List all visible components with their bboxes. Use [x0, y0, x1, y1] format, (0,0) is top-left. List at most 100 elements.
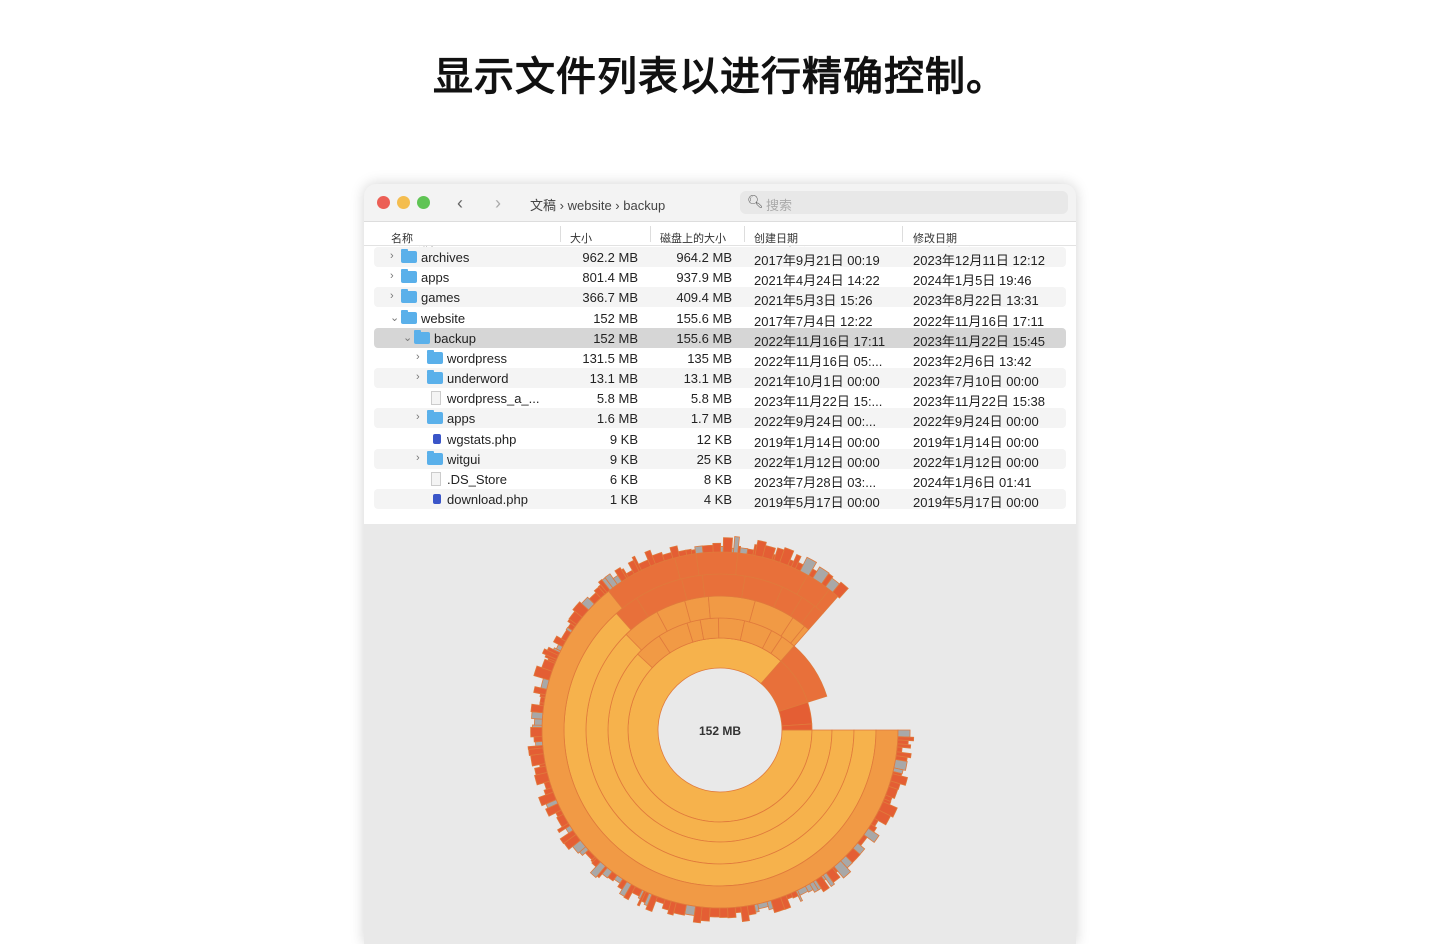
close-button[interactable]: [377, 196, 390, 209]
forward-button[interactable]: ›: [495, 193, 501, 214]
row-disk-size: 12 KB: [696, 431, 732, 447]
sunburst-fringe[interactable]: [719, 907, 729, 918]
chart-center-label: 152 MB: [699, 724, 741, 738]
table-row[interactable]: › apps 801.4 MB 937.9 MB 2021年4月24日 14:22 202…: [374, 267, 1066, 288]
row-name: wordpress: [447, 350, 507, 366]
row-size: 5.8 MB: [596, 391, 638, 407]
table-row[interactable]: › witgui 9 KB 25 KB 2022年1月12日 00:00 2022年1月1…: [374, 448, 1066, 470]
breadcrumb-item[interactable]: 文稿: [530, 198, 556, 213]
row-size: 801.4 MB: [582, 270, 638, 286]
table-row[interactable]: › games 366.7 MB 409.4 MB 2021年5月3日 15:26 202…: [374, 287, 1066, 308]
sunburst-segment[interactable]: [695, 551, 739, 576]
column-disk-size[interactable]: 磁盘上的大小: [660, 230, 726, 246]
sunburst-fringe[interactable]: [712, 542, 722, 553]
breadcrumb-item[interactable]: backup: [623, 198, 665, 213]
sunburst-fringe[interactable]: [533, 736, 543, 743]
row-modified: 2023年7月10日 00:00: [913, 374, 1039, 390]
folder-icon: [427, 410, 443, 425]
breadcrumb-separator: ›: [559, 198, 568, 213]
row-name: download.php: [447, 491, 528, 507]
row-disk-size: 155.6 MB: [676, 330, 732, 346]
row-disk-size: 155.6 MB: [676, 310, 732, 326]
sunburst-segment[interactable]: [699, 617, 720, 640]
chevron-right-icon[interactable]: ›: [416, 452, 420, 464]
folder-icon: [401, 249, 417, 264]
row-name: apps: [421, 270, 450, 286]
sunburst-fringe[interactable]: [701, 544, 714, 554]
sunburst-fringe[interactable]: [533, 718, 543, 726]
sunburst-fringe[interactable]: [897, 729, 911, 738]
chevron-right-icon[interactable]: ›: [390, 250, 394, 262]
column-name[interactable]: 名称: [391, 230, 413, 246]
row-size: 9 KB: [609, 431, 638, 447]
chevron-right-icon[interactable]: ›: [416, 351, 420, 363]
row-disk-size: 8 KB: [703, 471, 732, 487]
row-name: wgstats.php: [447, 431, 517, 447]
row-created: 2022年9月24日 00:...: [754, 414, 877, 430]
row-created: 2017年7月4日 12:22: [754, 313, 873, 329]
table-row[interactable]: › underword 13.1 MB 13.1 MB 2021年10月1日 00:00…: [374, 368, 1066, 390]
sunburst-fringe[interactable]: [722, 537, 733, 553]
sunburst-segment[interactable]: [701, 573, 746, 599]
php-file-icon: [433, 433, 441, 444]
minimize-button[interactable]: [397, 196, 410, 209]
back-button[interactable]: ‹: [457, 193, 463, 214]
chevron-right-icon[interactable]: ›: [416, 371, 420, 383]
row-name: .DS_Store: [447, 471, 507, 487]
row-modified: 2023年11月22日 15:45: [913, 333, 1046, 349]
sunburst-fringe[interactable]: [677, 549, 688, 558]
row-size: 131.5 MB: [582, 350, 638, 366]
table-row[interactable]: wgstats.php 9 KB 12 KB 2019年1月14日 00:00 2019…: [374, 429, 1066, 450]
row-disk-size: 937.9 MB: [676, 270, 732, 286]
chevron-right-icon[interactable]: ›: [416, 411, 420, 423]
sunburst-fringe[interactable]: [530, 726, 543, 738]
table-row[interactable]: › apps 1.6 MB 1.7 MB 2022年9月24日 00:... 2022年9…: [374, 408, 1066, 430]
row-name: website: [421, 310, 466, 326]
chevron-down-icon[interactable]: ⌄: [403, 331, 412, 344]
zoom-button[interactable]: [417, 196, 430, 209]
row-created: 2022年11月16日 05:...: [754, 353, 883, 369]
table-row[interactable]: ⌄ backup 152 MB 155.6 MB 2022年11月16日 17:11 20…: [374, 327, 1066, 349]
sunburst-fringe[interactable]: [727, 906, 737, 919]
search-input[interactable]: 🔍︎ 搜索: [740, 191, 1068, 214]
chevron-down-icon[interactable]: ⌄: [390, 311, 399, 324]
row-created: 2021年10月1日 00:00: [754, 374, 880, 390]
table-row[interactable]: › archives 962.2 MB 964.2 MB 2017年9月21日 00:1…: [374, 247, 1066, 268]
row-created: 2023年11月22日 15:...: [754, 394, 883, 410]
row-name: backup: [434, 330, 476, 346]
row-modified: 2019年1月14日 00:00: [913, 434, 1039, 450]
table-row[interactable]: wordpress_a_... 5.8 MB 5.8 MB 2023年11月22日 1…: [374, 388, 1066, 410]
sunburst-fringe[interactable]: [739, 547, 749, 555]
breadcrumb-item[interactable]: website: [568, 198, 612, 213]
row-created: 2019年5月17日 00:00: [754, 494, 880, 510]
column-created[interactable]: 创建日期: [754, 230, 798, 246]
breadcrumb: 文稿 › website › backup: [530, 195, 665, 214]
sunburst-fringe[interactable]: [709, 907, 721, 918]
folder-icon: [401, 269, 417, 284]
sunburst-fringe[interactable]: [734, 906, 742, 914]
column-modified[interactable]: 修改日期: [913, 230, 957, 246]
sunburst-fringe[interactable]: [694, 545, 704, 555]
sunburst-segment[interactable]: [707, 595, 756, 623]
table-row[interactable]: › wordpress 131.5 MB 135 MB 2022年11月16日 05:.…: [374, 348, 1066, 369]
row-disk-size: 135 MB: [687, 350, 732, 366]
table-row[interactable]: download.php 1 KB 4 KB 2019年5月17日 00:00 2019…: [374, 488, 1066, 510]
table-row[interactable]: ⌄ website 152 MB 155.6 MB 2017年7月4日 12:22 202…: [374, 308, 1066, 329]
search-icon: 🔍︎: [747, 194, 764, 209]
row-modified: 2022年11月16日 17:11: [913, 313, 1045, 329]
chevron-right-icon[interactable]: ›: [390, 290, 394, 302]
table-row[interactable]: .DS_Store 6 KB 8 KB 2023年7月28日 03:... 2024年1…: [374, 469, 1066, 490]
row-disk-size: 409.4 MB: [676, 290, 732, 306]
file-list: 名称 大小 磁盘上的大小 创建日期 修改日期 ⌄文稿2.37 GB2.56 GB…: [364, 222, 1076, 524]
row-created: 2022年11月16日 17:11: [754, 333, 886, 349]
row-size: 9 KB: [609, 451, 638, 467]
sunburst-fringe[interactable]: [530, 753, 546, 767]
row-disk-size: 964.2 MB: [676, 250, 732, 266]
folder-icon: [427, 370, 443, 385]
row-modified: 2022年9月24日 00:00: [913, 414, 1039, 430]
row-modified: 2023年2月6日 13:42: [913, 353, 1032, 369]
row-disk-size: 4 KB: [703, 491, 732, 507]
folder-icon: [414, 329, 430, 344]
chevron-right-icon[interactable]: ›: [390, 270, 394, 282]
column-size[interactable]: 大小: [570, 230, 592, 246]
